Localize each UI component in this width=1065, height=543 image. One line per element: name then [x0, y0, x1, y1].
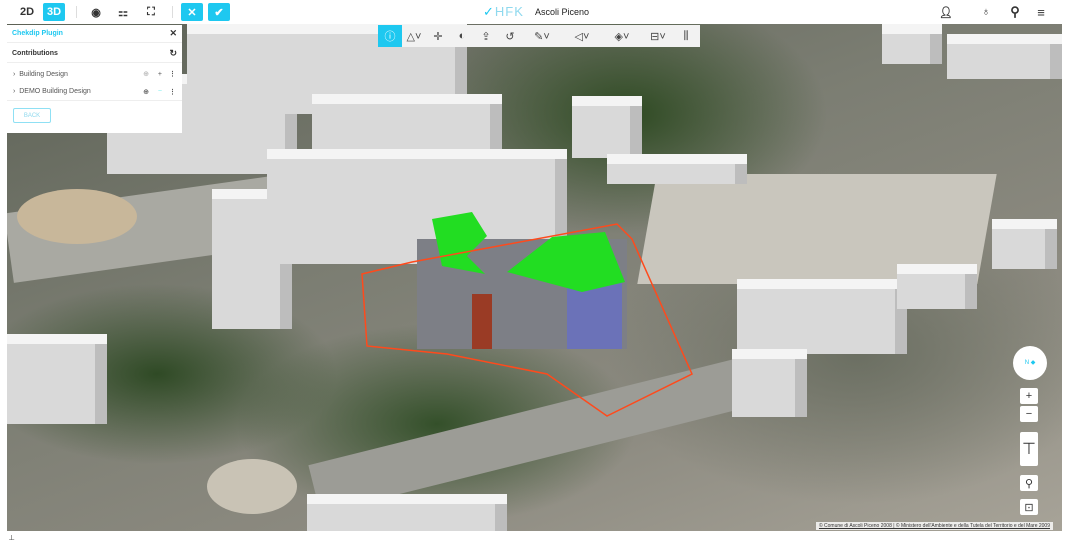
more-icon[interactable]: ⋮ — [169, 70, 176, 78]
section-title: Contributions — [12, 49, 58, 57]
info-icon[interactable]: ⓘ — [378, 25, 402, 47]
more-icon[interactable]: ⋮ — [169, 88, 176, 96]
back-button[interactable]: BACK — [13, 108, 51, 123]
check-button[interactable]: ✔ — [208, 3, 230, 21]
close-icon[interactable]: ✕ — [169, 28, 177, 39]
user-icon[interactable]: 👤︎ — [939, 3, 953, 21]
menu-icon[interactable]: ≡ — [1034, 3, 1048, 21]
target-icon[interactable]: ⊕ — [143, 70, 149, 78]
polygon-icon[interactable]: △˅ — [402, 25, 426, 47]
refresh-icon[interactable]: ↻ — [169, 48, 177, 59]
plugin-panel: Chekdip Plugin ✕ Contributions ↻ › Build… — [7, 25, 182, 133]
angle-icon[interactable]: ◁˅ — [562, 25, 602, 47]
rotate-icon[interactable]: ↺ — [498, 25, 522, 47]
panel-title: Chekdip Plugin — [12, 30, 63, 37]
list-item[interactable]: › Building Design ⊕ + ⋮ — [7, 65, 182, 83]
filters-icon[interactable]: ⚏ — [115, 3, 131, 21]
3d-button[interactable]: 3D — [43, 3, 65, 21]
location-icon[interactable]: ⚲ — [1020, 475, 1038, 491]
tools-button[interactable]: ✕ — [181, 3, 203, 21]
zoom-out-button[interactable]: − — [1020, 406, 1038, 422]
map-toolbar: ⓘ △˅ ✛ ◐ ⇪ ↺ ✎˅ ◁˅ ◈˅ ⊟˅ ⫼ — [378, 25, 700, 47]
search-icon[interactable]: ⚲ — [1008, 3, 1022, 21]
compass[interactable]: N ◆ — [1013, 346, 1047, 380]
target-icon[interactable]: ⊕ — [143, 88, 149, 96]
zoom-in-button[interactable]: + — [1020, 388, 1038, 404]
brick-facade — [472, 294, 492, 349]
item-label: Building Design — [19, 70, 68, 78]
view-icon[interactable]: ◈˅ — [602, 25, 642, 47]
layers-icon[interactable]: ◉ — [88, 3, 104, 21]
logo: ✓HFK — [483, 4, 524, 19]
cursor-icon: ⟂ — [9, 533, 15, 542]
divider — [76, 6, 77, 18]
list-item[interactable]: › DEMO Building Design ⊕ − ⋮ — [7, 83, 182, 101]
2d-button[interactable]: 2D — [16, 3, 38, 21]
draw-icon[interactable]: ✎˅ — [522, 25, 562, 47]
measure-icon[interactable]: ✛ — [426, 25, 450, 47]
chart-icon[interactable]: ⫼ — [674, 25, 698, 47]
divider — [172, 6, 173, 18]
shadow-icon[interactable]: ◐ — [450, 25, 474, 47]
top-bar: 2D 3D ◉ ⚏ ⛶ ✕ ✔ ✓HFK Ascoli Piceno 👤︎ ♁ … — [0, 0, 1065, 24]
city-name: Ascoli Piceno — [535, 7, 590, 17]
notification-icon[interactable]: ♁ — [980, 3, 992, 21]
add-icon[interactable]: + — [158, 71, 162, 78]
map-icon[interactable]: ⛶ — [143, 3, 159, 21]
upload-icon[interactable]: ⇪ — [474, 25, 498, 47]
remove-icon[interactable]: − — [158, 88, 162, 95]
item-label: DEMO Building Design — [19, 88, 91, 95]
layer-icon[interactable]: ⊟˅ — [642, 25, 674, 47]
screenshot-icon[interactable]: ⊡ — [1020, 499, 1038, 515]
attribution[interactable]: © Comune di Ascoli Piceno 2008 | © Minis… — [815, 522, 1053, 530]
height-tool-icon[interactable]: ⊤ — [1020, 432, 1038, 466]
